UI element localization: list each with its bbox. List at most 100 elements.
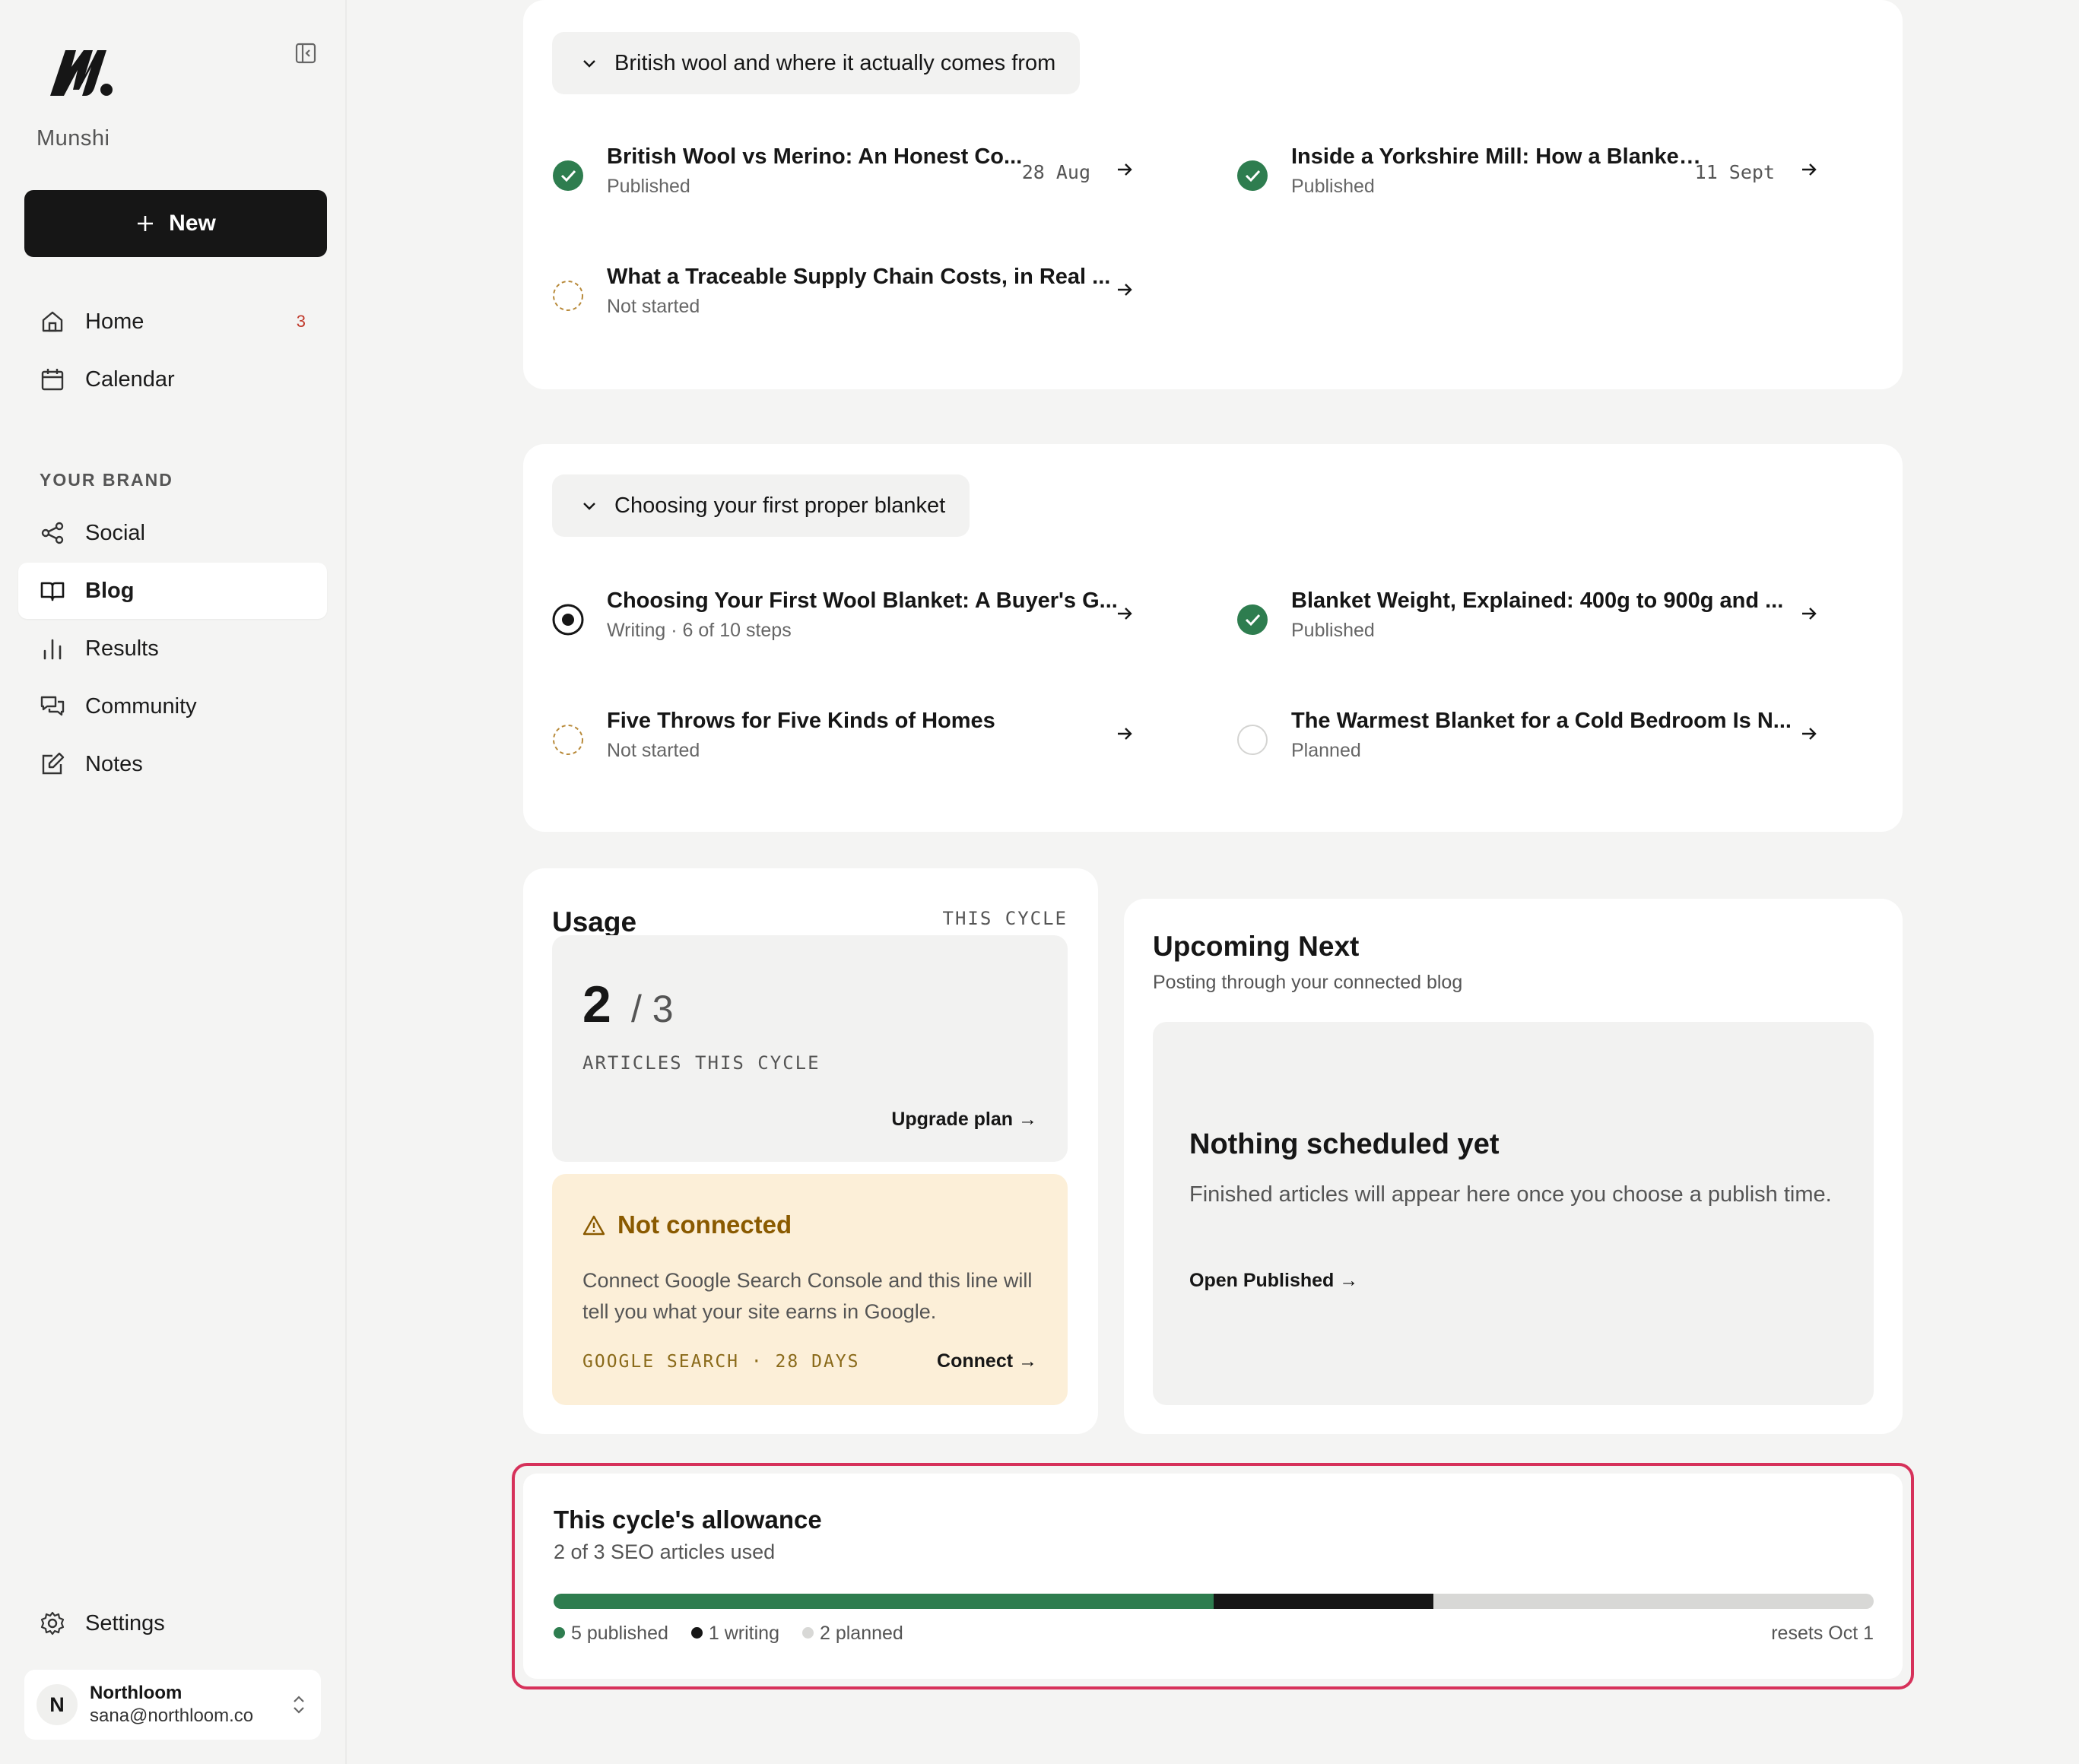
sidebar-item-notes[interactable]: Notes — [18, 736, 327, 792]
sidebar-item-home[interactable]: Home 3 — [18, 293, 327, 350]
not-started-circle-icon — [553, 281, 583, 311]
arrow-right-icon — [1802, 728, 1817, 740]
article-status: Writing · 6 of 10 steps — [607, 620, 792, 641]
allowance-subtitle: 2 of 3 SEO articles used — [554, 1540, 776, 1563]
home-icon — [42, 311, 63, 332]
article-title: Five Throws for Five Kinds of Homes — [607, 709, 995, 733]
sidebar-item-social[interactable]: Social — [18, 505, 327, 561]
legend-dot-icon — [554, 1626, 565, 1639]
connect-link[interactable]: Connect → — [937, 1350, 1037, 1372]
legend-dot-icon — [690, 1626, 703, 1639]
sidebar-item-label: Notes — [85, 751, 143, 776]
collapse-sidebar-icon[interactable] — [290, 38, 321, 68]
account-name: Northloom — [90, 1683, 183, 1703]
article-date: 28 Aug — [1021, 161, 1090, 183]
legend-label: 2 planned — [819, 1623, 903, 1644]
arrow-right-icon — [1118, 608, 1132, 620]
legend-label: 1 writing — [708, 1623, 779, 1644]
notification-badge: 3 — [296, 312, 306, 331]
gear-icon — [40, 1611, 65, 1636]
brand-name: Munshi — [37, 126, 110, 151]
arrow-right-icon — [1118, 284, 1132, 296]
bar-chart-icon — [43, 639, 62, 660]
article-item[interactable]: Choosing Your First Wool Blanket: A Buye… — [552, 589, 1153, 657]
article-item[interactable]: What a Traceable Supply Chain Costs, in … — [552, 265, 1153, 333]
empty-state-title: Nothing scheduled yet — [1189, 1128, 1500, 1160]
cluster-toggle[interactable]: British wool and where it actually comes… — [552, 32, 1081, 94]
sidebar-item-calendar[interactable]: Calendar — [18, 351, 327, 408]
avatar: N — [37, 1684, 78, 1725]
not-started-circle-icon — [553, 725, 583, 755]
cluster-title: British wool and where it actually comes… — [614, 50, 1056, 75]
account-switcher[interactable]: N Northloom sana@northloom.co — [24, 1670, 321, 1740]
chat-icon — [40, 696, 65, 716]
articles-used-count: 2 — [582, 976, 611, 1033]
article-status: Published — [1291, 176, 1375, 197]
legend-item: 1 writing — [690, 1623, 779, 1645]
munshi-logo — [50, 50, 113, 96]
published-check-icon — [1237, 604, 1268, 635]
sidebar-item-label: Results — [85, 636, 159, 661]
article-item[interactable]: The Warmest Blanket for a Cold Bedroom I… — [1236, 709, 1837, 777]
allowance-progress-bar — [554, 1594, 1874, 1609]
article-title: Choosing Your First Wool Blanket: A Buye… — [607, 589, 1118, 613]
new-button[interactable]: New — [24, 190, 327, 257]
sidebar-item-settings[interactable]: Settings — [18, 1595, 327, 1651]
warning-title: Not connected — [617, 1210, 792, 1239]
progress-segment-published — [554, 1594, 1214, 1609]
edit-note-icon — [42, 752, 65, 775]
legend-item: 2 planned — [801, 1623, 903, 1645]
upcoming-empty-state: Nothing scheduled yet Finished articles … — [1153, 1022, 1874, 1405]
articles-cycle-label: ARTICLES THIS CYCLE — [582, 1052, 820, 1074]
article-status: Published — [607, 176, 690, 197]
new-button-label: New — [169, 211, 216, 236]
warning-title-row: Not connected — [582, 1210, 792, 1239]
plus-icon — [138, 216, 154, 231]
upgrade-plan-link[interactable]: Upgrade plan → — [891, 1109, 1037, 1131]
arrow-right-icon — [1118, 728, 1132, 740]
article-item[interactable]: Blanket Weight, Explained: 400g to 900g … — [1236, 589, 1837, 657]
sidebar: Munshi New Home 3 Calendar YOUR BRAND So… — [0, 0, 347, 1764]
sidebar-item-results[interactable]: Results — [18, 620, 327, 677]
article-status: Not started — [607, 740, 700, 761]
section-label-your-brand: YOUR BRAND — [40, 470, 173, 490]
arrow-right-icon — [1118, 163, 1132, 176]
upcoming-card: Upcoming Next Posting through your conne… — [1124, 899, 1903, 1434]
legend-label: 5 published — [571, 1623, 668, 1644]
legend-dot-icon — [801, 1626, 814, 1639]
articles-total: / 3 — [631, 988, 674, 1030]
resets-date: resets Oct 1 — [1771, 1623, 1874, 1644]
usage-cycle-label: THIS CYCLE — [942, 908, 1068, 929]
search-console-warning: Not connected Connect Google Search Cons… — [552, 1174, 1068, 1405]
usage-counter: 2 / 3 ARTICLES THIS CYCLE Upgrade plan → — [552, 935, 1068, 1162]
warning-source: GOOGLE SEARCH · 28 DAYS — [582, 1352, 860, 1372]
warning-text: Connect Google Search Console and this l… — [582, 1269, 1033, 1323]
allowance-card: This cycle's allowance 2 of 3 SEO articl… — [523, 1474, 1903, 1679]
published-check-icon — [553, 160, 583, 191]
sidebar-item-label: Community — [85, 693, 197, 719]
article-item[interactable]: British Wool vs Merino: An Honest Co... … — [552, 144, 1153, 213]
chevron-down-icon — [583, 503, 595, 510]
legend-item: 5 published — [554, 1623, 668, 1645]
article-status: Not started — [607, 296, 700, 317]
article-status: Planned — [1291, 740, 1361, 761]
open-published-link[interactable]: Open Published → — [1189, 1270, 1358, 1292]
allowance-legend: 5 published 1 writing 2 planned — [554, 1623, 903, 1645]
article-item[interactable]: Five Throws for Five Kinds of Homes Not … — [552, 709, 1153, 777]
sidebar-item-label: Settings — [85, 1610, 165, 1636]
sidebar-item-label: Blog — [85, 578, 135, 603]
cluster-toggle[interactable]: Choosing your first proper blanket — [552, 474, 970, 537]
article-title: Inside a Yorkshire Mill: How a Blanket .… — [1291, 144, 1702, 169]
sidebar-item-blog[interactable]: Blog — [18, 563, 327, 619]
article-date: 11 Sept — [1694, 161, 1775, 183]
warning-icon — [582, 1215, 605, 1236]
share-icon — [41, 522, 64, 544]
cluster-title: Choosing your first proper blanket — [614, 493, 946, 518]
upcoming-subtitle: Posting through your connected blog — [1153, 972, 1463, 993]
article-title: What a Traceable Supply Chain Costs, in … — [607, 265, 1111, 289]
sidebar-item-community[interactable]: Community — [18, 678, 327, 734]
article-item[interactable]: Inside a Yorkshire Mill: How a Blanket .… — [1236, 144, 1837, 213]
article-title: The Warmest Blanket for a Cold Bedroom I… — [1291, 709, 1792, 733]
account-email: sana@northloom.co — [90, 1705, 254, 1726]
cluster-card: British wool and where it actually comes… — [523, 0, 1903, 389]
